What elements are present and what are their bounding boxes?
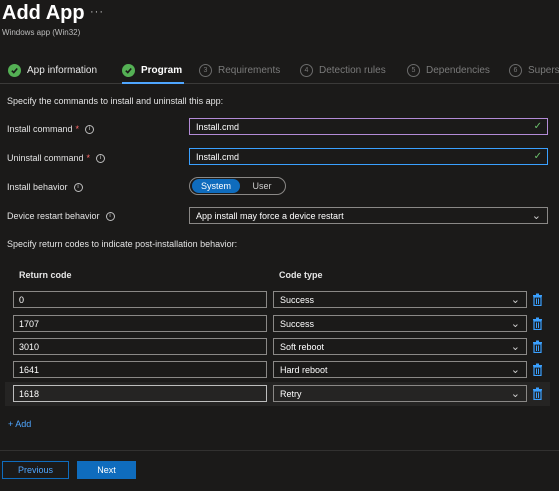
- info-icon[interactable]: i: [105, 211, 115, 221]
- more-options-icon[interactable]: ···: [90, 6, 104, 18]
- step-label: Detection rules: [319, 65, 386, 76]
- wizard-steps: App information Program 3 Requirements 4…: [0, 58, 559, 84]
- code-type-select[interactable]: Success ⌄: [273, 315, 527, 332]
- return-code-header: Return code: [19, 270, 72, 280]
- toggle-option-user[interactable]: User: [240, 181, 284, 191]
- check-icon: [8, 64, 21, 77]
- step-label: Program: [141, 65, 183, 76]
- chevron-down-icon: ⌄: [510, 388, 520, 400]
- chevron-down-icon: ⌄: [510, 318, 520, 330]
- page-subtitle: Windows app (Win32): [2, 28, 81, 37]
- code-type-select[interactable]: Success ⌄: [273, 291, 527, 308]
- step-label: Supers: [528, 65, 559, 76]
- chevron-down-icon: ⌄: [510, 341, 520, 353]
- delete-icon[interactable]: [532, 387, 543, 400]
- label-text: Install command: [7, 124, 73, 134]
- toggle-option-system[interactable]: System: [192, 179, 240, 193]
- return-code-input[interactable]: 3010: [13, 338, 267, 355]
- input-value: Install.cmd: [196, 151, 240, 162]
- step-label: App information: [27, 65, 98, 76]
- info-icon[interactable]: i: [73, 182, 83, 192]
- select-value: Soft reboot: [280, 341, 325, 352]
- select-value: App install may force a device restart: [196, 210, 344, 221]
- select-value: Success: [280, 294, 315, 305]
- install-behavior-label: Install behavior i: [7, 182, 83, 192]
- return-codes-intro: Specify return codes to indicate post-in…: [7, 239, 238, 249]
- device-restart-select[interactable]: App install may force a device restart ⌄: [189, 207, 548, 224]
- label-text: Install behavior: [7, 182, 68, 192]
- program-intro: Specify the commands to install and unin…: [7, 96, 224, 106]
- required-marker: *: [75, 124, 80, 134]
- return-code-input[interactable]: 1707: [13, 315, 267, 332]
- step-app-information[interactable]: App information: [8, 64, 97, 77]
- uninstall-command-input[interactable]: Install.cmd ✓: [189, 148, 548, 165]
- delete-icon[interactable]: [532, 363, 543, 376]
- step-detection-rules[interactable]: 4 Detection rules: [300, 64, 386, 77]
- valid-check-icon: ✓: [533, 121, 542, 132]
- chevron-down-icon: ⌄: [531, 210, 541, 222]
- step-number-badge: 4: [300, 64, 313, 77]
- return-code-input[interactable]: 1618: [13, 385, 267, 402]
- code-type-select[interactable]: Retry ⌄: [273, 385, 527, 402]
- chevron-down-icon: ⌄: [510, 364, 520, 376]
- select-value: Retry: [280, 388, 302, 399]
- code-type-select[interactable]: Hard reboot ⌄: [273, 361, 527, 378]
- footer-divider: [0, 450, 559, 451]
- step-number-badge: 6: [509, 64, 522, 77]
- step-number-badge: 5: [407, 64, 420, 77]
- select-value: Hard reboot: [280, 364, 328, 375]
- label-text: Uninstall command: [7, 153, 84, 163]
- input-value: Install.cmd: [196, 121, 240, 132]
- step-number-badge: 3: [199, 64, 212, 77]
- step-supersedence[interactable]: 6 Supers: [509, 64, 559, 77]
- chevron-down-icon: ⌄: [510, 294, 520, 306]
- code-type-select[interactable]: Soft reboot ⌄: [273, 338, 527, 355]
- install-command-label: Install command * i: [7, 124, 95, 134]
- delete-icon[interactable]: [532, 317, 543, 330]
- return-code-input[interactable]: 0: [13, 291, 267, 308]
- step-label: Dependencies: [426, 65, 490, 76]
- delete-icon[interactable]: [532, 293, 543, 306]
- info-icon[interactable]: i: [96, 153, 106, 163]
- install-command-input[interactable]: Install.cmd ✓: [189, 118, 548, 135]
- step-dependencies[interactable]: 5 Dependencies: [407, 64, 490, 77]
- step-requirements[interactable]: 3 Requirements: [199, 64, 280, 77]
- info-icon[interactable]: i: [85, 124, 95, 134]
- step-label: Requirements: [218, 65, 281, 76]
- delete-icon[interactable]: [532, 340, 543, 353]
- previous-button[interactable]: Previous: [2, 461, 69, 479]
- install-behavior-toggle[interactable]: System User: [189, 177, 286, 195]
- code-type-header: Code type: [279, 270, 323, 280]
- page-title: Add App: [2, 2, 85, 24]
- check-icon: [122, 64, 135, 77]
- return-code-input[interactable]: 1641: [13, 361, 267, 378]
- active-step-indicator: [122, 82, 184, 84]
- add-return-code-link[interactable]: + Add: [8, 419, 31, 429]
- next-button[interactable]: Next: [77, 461, 136, 479]
- step-program[interactable]: Program: [122, 64, 182, 77]
- valid-check-icon: ✓: [533, 151, 542, 162]
- required-marker: *: [86, 153, 91, 163]
- uninstall-command-label: Uninstall command * i: [7, 153, 106, 163]
- device-restart-label: Device restart behavior i: [7, 211, 115, 221]
- label-text: Device restart behavior: [7, 211, 100, 221]
- select-value: Success: [280, 318, 315, 329]
